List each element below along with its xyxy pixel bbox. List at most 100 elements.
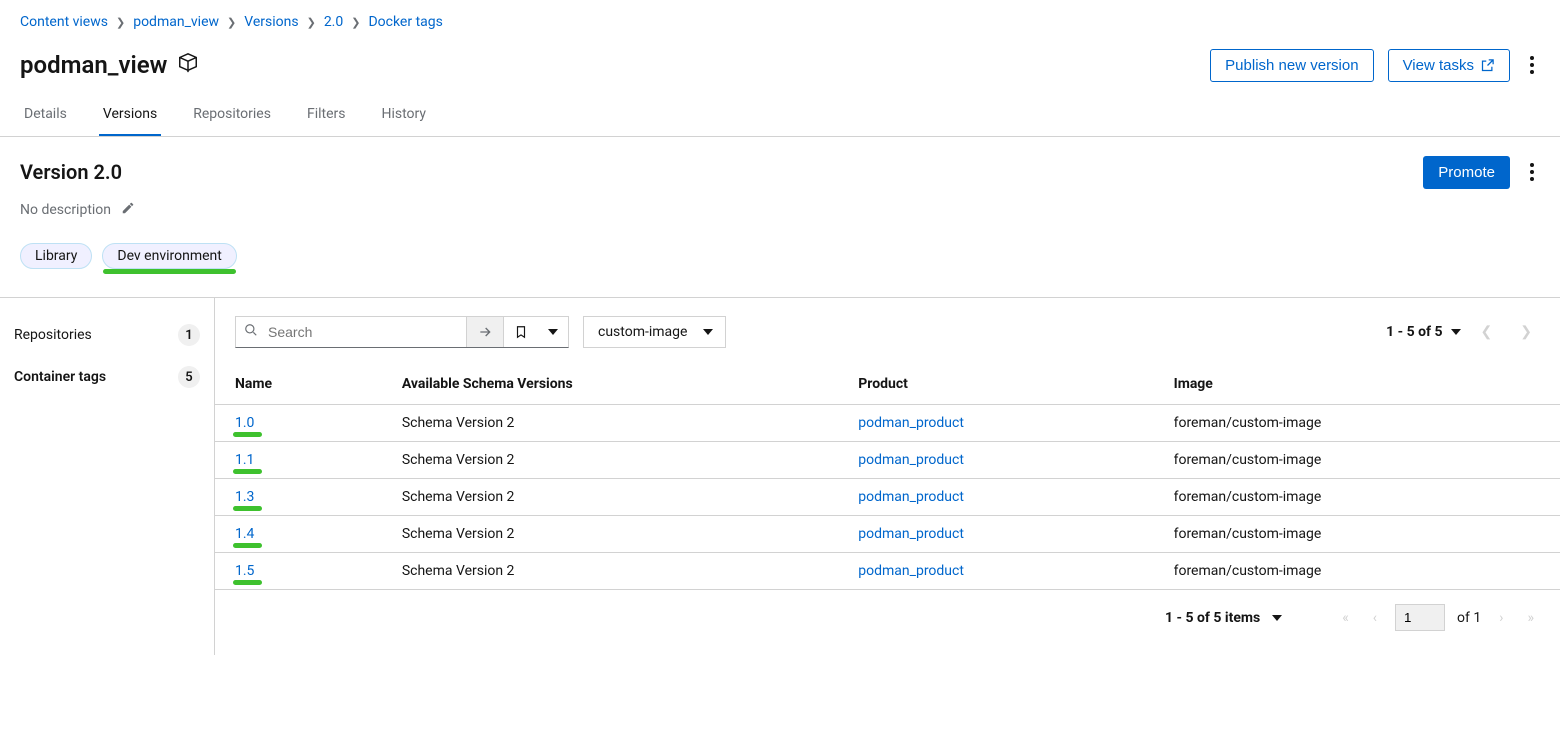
annotation-underline [233, 469, 262, 474]
table-row: 1.5 Schema Version 2 podman_product fore… [215, 553, 1560, 590]
chip-library[interactable]: Library [20, 243, 92, 269]
page-number-input[interactable] [1395, 604, 1445, 631]
tabs: Details Versions Repositories Filters Hi… [0, 96, 1560, 137]
table-row: 1.4 Schema Version 2 podman_product fore… [215, 516, 1560, 553]
tab-details[interactable]: Details [20, 96, 71, 136]
prev-page-icon: ‹ [1367, 606, 1383, 630]
page-header: podman_view Publish new version View tas… [0, 40, 1560, 96]
side-nav-repositories[interactable]: Repositories 1 [10, 314, 204, 356]
chevron-right-icon: ❯ [227, 16, 236, 29]
version-kebab-menu[interactable] [1524, 155, 1540, 189]
tag-name-link[interactable]: 1.5 [235, 563, 254, 579]
promote-button[interactable]: Promote [1423, 156, 1510, 189]
search-input[interactable] [264, 317, 458, 347]
annotation-underline [233, 506, 262, 511]
tab-repositories[interactable]: Repositories [189, 96, 275, 136]
tab-filters[interactable]: Filters [303, 96, 350, 136]
view-tasks-button[interactable]: View tasks [1388, 49, 1510, 82]
chip-label: Dev environment [117, 248, 221, 264]
annotation-underline [233, 580, 262, 585]
side-nav-label: Container tags [14, 369, 106, 385]
view-tasks-label: View tasks [1403, 57, 1474, 74]
tag-name-link[interactable]: 1.3 [235, 489, 254, 505]
prev-page-icon: ❮ [1473, 320, 1501, 344]
content-panel: custom-image 1 - 5 of 5 ❮ ❯ Name Availab… [215, 298, 1560, 655]
count-badge: 1 [178, 324, 200, 346]
search-submit-button[interactable] [466, 317, 503, 347]
cell-schema: Schema Version 2 [382, 553, 838, 590]
footer-range: 1 - 5 of 5 items [1165, 610, 1260, 626]
pencil-icon[interactable] [121, 201, 135, 219]
subheader: Version 2.0 Promote [0, 137, 1560, 195]
chevron-right-icon: ❯ [351, 16, 360, 29]
bookmark-button[interactable] [503, 317, 538, 347]
header-kebab-menu[interactable] [1524, 48, 1540, 82]
annotation-underline [233, 432, 262, 437]
publish-new-version-button[interactable]: Publish new version [1210, 49, 1373, 82]
footer-pager: 1 - 5 of 5 items « ‹ of 1 › » [215, 590, 1560, 655]
caret-down-icon[interactable] [1451, 329, 1461, 335]
breadcrumb-item-4[interactable]: Docker tags [368, 14, 442, 30]
next-page-icon: › [1493, 606, 1509, 630]
next-page-icon: ❯ [1512, 320, 1540, 344]
page-of-text: of 1 [1457, 610, 1481, 626]
version-title: Version 2.0 [20, 160, 122, 184]
product-link[interactable]: podman_product [858, 489, 964, 505]
table-row: 1.0 Schema Version 2 podman_product fore… [215, 405, 1560, 442]
cell-schema: Schema Version 2 [382, 516, 838, 553]
cell-image: foreman/custom-image [1154, 553, 1560, 590]
cell-image: foreman/custom-image [1154, 516, 1560, 553]
bookmark-dropdown-button[interactable] [538, 317, 568, 347]
page-title: podman_view [20, 51, 167, 79]
caret-down-icon[interactable] [1272, 615, 1282, 621]
repo-select-value: custom-image [598, 324, 687, 340]
product-link[interactable]: podman_product [858, 526, 964, 542]
result-range: 1 - 5 of 5 [1386, 324, 1442, 340]
side-nav: Repositories 1 Container tags 5 [0, 298, 215, 655]
caret-down-icon [548, 329, 558, 335]
side-nav-label: Repositories [14, 327, 92, 343]
last-page-icon: » [1521, 606, 1540, 630]
content-view-icon [177, 52, 199, 78]
annotation-underline [233, 543, 262, 548]
toolbar: custom-image 1 - 5 of 5 ❮ ❯ [215, 312, 1560, 362]
breadcrumb-item-0[interactable]: Content views [20, 14, 108, 30]
col-product: Product [838, 362, 1153, 405]
breadcrumb-item-1[interactable]: podman_view [133, 14, 219, 30]
cell-schema: Schema Version 2 [382, 442, 838, 479]
tag-name-link[interactable]: 1.0 [235, 415, 254, 431]
chevron-right-icon: ❯ [116, 16, 125, 29]
tag-name-link[interactable]: 1.1 [235, 452, 254, 468]
cell-schema: Schema Version 2 [382, 479, 838, 516]
chip-dev-environment[interactable]: Dev environment [102, 243, 236, 269]
col-schema: Available Schema Versions [382, 362, 838, 405]
product-link[interactable]: podman_product [858, 452, 964, 468]
cell-image: foreman/custom-image [1154, 405, 1560, 442]
col-image: Image [1154, 362, 1560, 405]
table-row: 1.3 Schema Version 2 podman_product fore… [215, 479, 1560, 516]
arrow-right-icon [477, 324, 493, 340]
col-name: Name [215, 362, 382, 405]
search-icon [244, 323, 258, 341]
table-row: 1.1 Schema Version 2 podman_product fore… [215, 442, 1560, 479]
first-page-icon: « [1336, 606, 1355, 630]
repo-select[interactable]: custom-image [583, 316, 726, 348]
tab-versions[interactable]: Versions [99, 96, 161, 136]
search-group [235, 316, 569, 348]
breadcrumb-item-3[interactable]: 2.0 [324, 14, 343, 30]
annotation-underline [103, 269, 235, 274]
product-link[interactable]: podman_product [858, 563, 964, 579]
external-link-icon [1480, 58, 1495, 73]
side-nav-container-tags[interactable]: Container tags 5 [10, 356, 204, 398]
chip-label: Library [35, 248, 77, 264]
cell-image: foreman/custom-image [1154, 442, 1560, 479]
tab-history[interactable]: History [378, 96, 431, 136]
cell-image: foreman/custom-image [1154, 479, 1560, 516]
chevron-right-icon: ❯ [307, 16, 316, 29]
breadcrumb-item-2[interactable]: Versions [244, 14, 298, 30]
tag-name-link[interactable]: 1.4 [235, 526, 254, 542]
description-row: No description [0, 195, 1560, 239]
product-link[interactable]: podman_product [858, 415, 964, 431]
bookmark-icon [514, 325, 528, 339]
container-tags-table: Name Available Schema Versions Product I… [215, 362, 1560, 590]
